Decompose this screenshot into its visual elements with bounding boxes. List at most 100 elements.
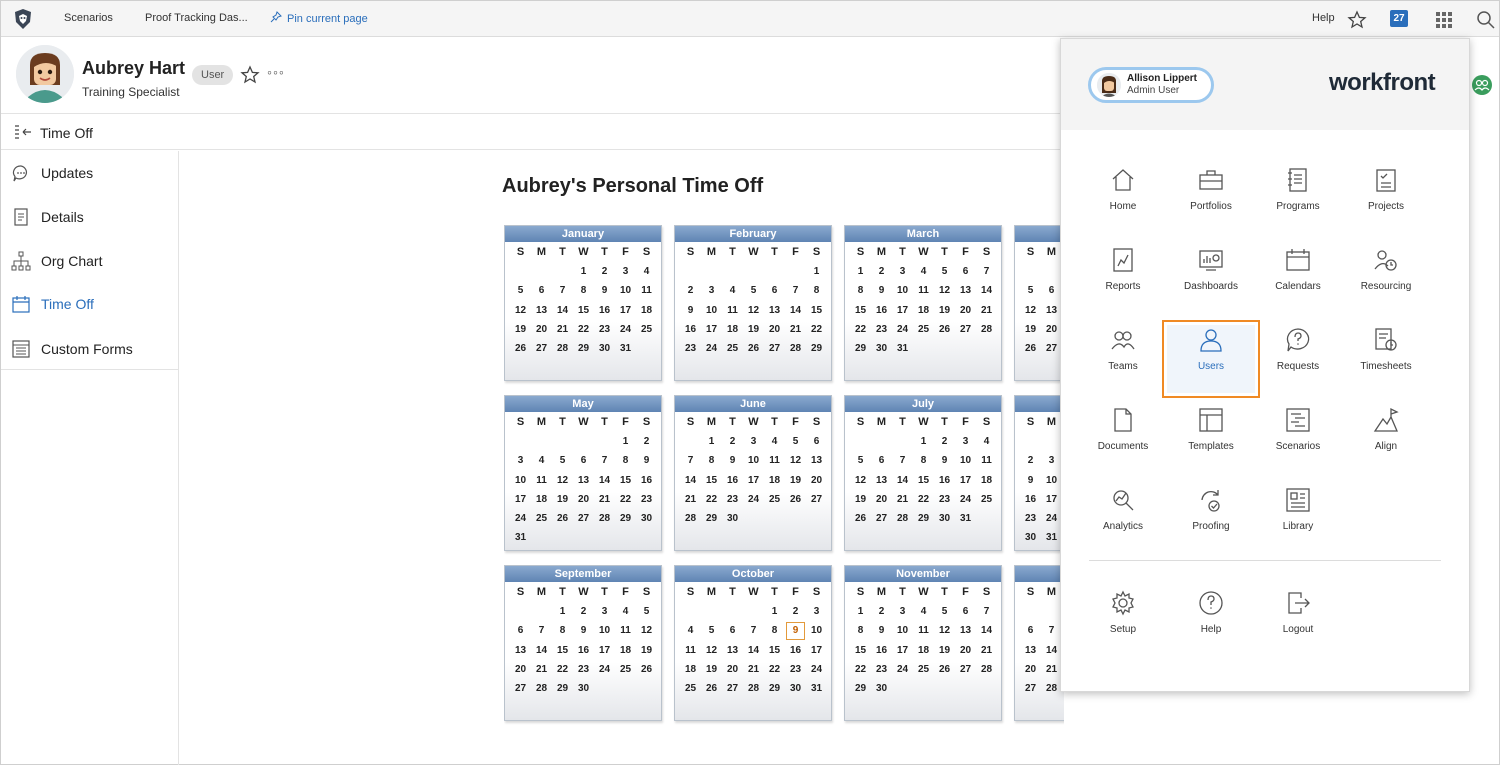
day-cell[interactable]: 27: [722, 679, 743, 698]
day-cell[interactable]: 17: [1041, 490, 1062, 509]
day-cell[interactable]: 23: [785, 660, 806, 679]
notifications-badge[interactable]: 27: [1390, 10, 1408, 27]
day-cell[interactable]: 2: [573, 602, 594, 621]
day-cell[interactable]: 4: [913, 602, 934, 621]
day-cell[interactable]: 24: [892, 660, 913, 679]
day-cell[interactable]: 20: [955, 301, 976, 320]
menu-tile-users[interactable]: Users: [1162, 320, 1260, 398]
day-cell[interactable]: 18: [680, 660, 701, 679]
day-cell[interactable]: 6: [510, 621, 531, 640]
day-cell[interactable]: 2: [1020, 451, 1041, 470]
day-cell[interactable]: 12: [1020, 301, 1041, 320]
day-cell[interactable]: 7: [785, 281, 806, 300]
day-cell[interactable]: 24: [701, 339, 722, 358]
day-cell[interactable]: 17: [743, 471, 764, 490]
day-cell[interactable]: 25: [680, 679, 701, 698]
day-cell[interactable]: 30: [573, 679, 594, 698]
day-cell[interactable]: 4: [913, 262, 934, 281]
day-cell[interactable]: 27: [531, 339, 552, 358]
today-day-cell[interactable]: 9: [785, 621, 806, 640]
day-cell[interactable]: 1: [764, 602, 785, 621]
day-cell[interactable]: 8: [806, 281, 827, 300]
day-cell[interactable]: 27: [871, 509, 892, 528]
day-cell[interactable]: 7: [531, 621, 552, 640]
current-user-pill[interactable]: Allison Lippert Admin User: [1088, 67, 1214, 103]
day-cell[interactable]: 17: [510, 490, 531, 509]
day-cell[interactable]: 30: [871, 339, 892, 358]
day-cell[interactable]: 5: [934, 262, 955, 281]
day-cell[interactable]: 28: [743, 679, 764, 698]
day-cell[interactable]: 5: [701, 621, 722, 640]
day-cell[interactable]: 16: [594, 301, 615, 320]
day-cell[interactable]: 30: [636, 509, 657, 528]
menu-tile-align[interactable]: Align: [1342, 405, 1430, 473]
menu-tile-dashboards[interactable]: Dashboards: [1167, 245, 1255, 313]
day-cell[interactable]: 3: [892, 262, 913, 281]
day-cell[interactable]: 23: [594, 320, 615, 339]
day-cell[interactable]: 6: [764, 281, 785, 300]
sidebar-item-updates[interactable]: Updates: [1, 152, 178, 192]
day-cell[interactable]: 2: [785, 602, 806, 621]
day-cell[interactable]: 13: [531, 301, 552, 320]
day-cell[interactable]: 3: [743, 432, 764, 451]
day-cell[interactable]: 1: [552, 602, 573, 621]
day-cell[interactable]: 3: [510, 451, 531, 470]
day-cell[interactable]: 24: [1041, 509, 1062, 528]
day-cell[interactable]: 13: [1020, 641, 1041, 660]
day-cell[interactable]: 1: [850, 262, 871, 281]
day-cell[interactable]: 5: [743, 281, 764, 300]
day-cell[interactable]: 8: [573, 281, 594, 300]
day-cell[interactable]: 8: [552, 621, 573, 640]
day-cell[interactable]: 20: [871, 490, 892, 509]
menu-tile-reports[interactable]: Reports: [1079, 245, 1167, 313]
day-cell[interactable]: 31: [806, 679, 827, 698]
day-cell[interactable]: 19: [934, 301, 955, 320]
day-cell[interactable]: 15: [806, 301, 827, 320]
day-cell[interactable]: 11: [680, 641, 701, 660]
day-cell[interactable]: 13: [764, 301, 785, 320]
day-cell[interactable]: 15: [615, 471, 636, 490]
day-cell[interactable]: 6: [955, 262, 976, 281]
day-cell[interactable]: 13: [955, 281, 976, 300]
day-cell[interactable]: 15: [552, 641, 573, 660]
day-cell[interactable]: 9: [594, 281, 615, 300]
day-cell[interactable]: 27: [955, 660, 976, 679]
day-cell[interactable]: 16: [722, 471, 743, 490]
day-cell[interactable]: 19: [934, 641, 955, 660]
day-cell[interactable]: 30: [785, 679, 806, 698]
day-cell[interactable]: 19: [785, 471, 806, 490]
day-cell[interactable]: 2: [594, 262, 615, 281]
day-cell[interactable]: 1: [701, 432, 722, 451]
day-cell[interactable]: 2: [636, 432, 657, 451]
day-cell[interactable]: 10: [510, 471, 531, 490]
menu-tile-setup[interactable]: Setup: [1079, 588, 1167, 656]
day-cell[interactable]: 27: [764, 339, 785, 358]
day-cell[interactable]: 6: [573, 451, 594, 470]
day-cell[interactable]: 10: [743, 451, 764, 470]
day-cell[interactable]: 14: [976, 281, 997, 300]
menu-tile-templates[interactable]: Templates: [1167, 405, 1255, 473]
day-cell[interactable]: 7: [594, 451, 615, 470]
day-cell[interactable]: 28: [680, 509, 701, 528]
day-cell[interactable]: 29: [806, 339, 827, 358]
menu-tile-timesheets[interactable]: Timesheets: [1342, 325, 1430, 393]
day-cell[interactable]: 24: [743, 490, 764, 509]
day-cell[interactable]: 26: [510, 339, 531, 358]
day-cell[interactable]: 1: [615, 432, 636, 451]
day-cell[interactable]: 9: [680, 301, 701, 320]
day-cell[interactable]: 29: [913, 509, 934, 528]
day-cell[interactable]: 14: [680, 471, 701, 490]
workfront-logo-icon[interactable]: [11, 7, 35, 31]
day-cell[interactable]: 22: [913, 490, 934, 509]
menu-tile-documents[interactable]: Documents: [1079, 405, 1167, 473]
day-cell[interactable]: 29: [573, 339, 594, 358]
day-cell[interactable]: 11: [764, 451, 785, 470]
day-cell[interactable]: 4: [722, 281, 743, 300]
day-cell[interactable]: 16: [636, 471, 657, 490]
day-cell[interactable]: 27: [806, 490, 827, 509]
day-cell[interactable]: 30: [1020, 528, 1041, 547]
day-cell[interactable]: 9: [573, 621, 594, 640]
day-cell[interactable]: 28: [552, 339, 573, 358]
day-cell[interactable]: 17: [701, 320, 722, 339]
day-cell[interactable]: 12: [510, 301, 531, 320]
